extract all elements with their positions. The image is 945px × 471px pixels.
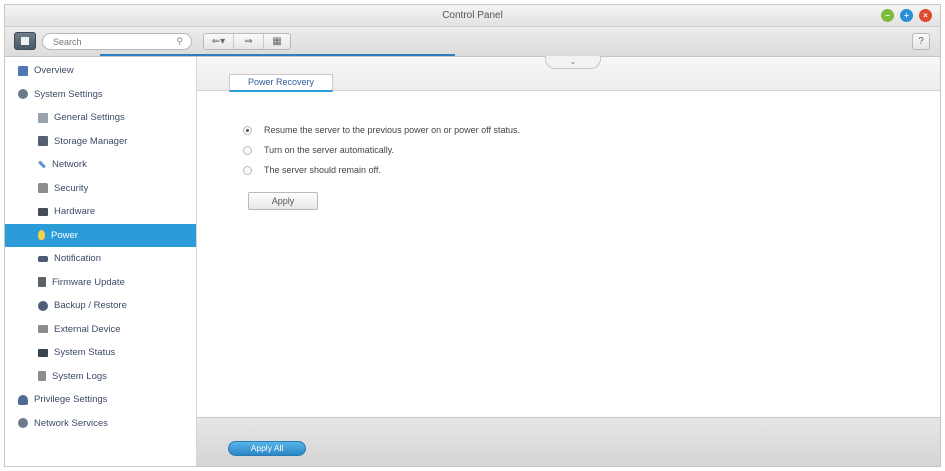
sidebar-item-label: Storage Manager [54,135,128,147]
network-icon [38,160,46,169]
bulb-icon [38,230,45,240]
sidebar-item-external-device[interactable]: External Device [5,318,196,341]
sidebar-item-label: Overview [34,65,74,76]
maximize-button[interactable]: + [900,9,913,22]
option-label: Turn on the server automatically. [264,145,395,155]
sidebar-item-label: Power [51,229,78,241]
power-recovery-options: Resume the server to the previous power … [243,120,520,180]
sidebar-item-overview[interactable]: Overview [5,59,196,82]
search-icon[interactable]: ⚲ [176,36,183,47]
back-button[interactable]: ⇐▾ [204,34,234,49]
navigation-buttons: ⇐▾ ⇒ ▦ [203,33,291,50]
external-device-icon [38,325,48,333]
apply-all-button[interactable]: Apply All [228,441,306,456]
power-option-1[interactable]: Resume the server to the previous power … [243,120,520,140]
option-label: The server should remain off. [264,165,381,175]
tab-power-recovery[interactable]: Power Recovery [229,74,333,92]
storage-icon [38,136,48,146]
sidebar: Overview System Settings General Settings S… [5,57,197,466]
sidebar-item-network-services[interactable]: Network Services [5,412,196,435]
main-content: ⌄ Power Recovery Resume the server to th… [197,56,940,417]
sidebar-item-label: System Settings [34,88,103,100]
sidebar-item-label: Privilege Settings [34,394,108,405]
settings-icon [38,112,48,123]
sidebar-item-security[interactable]: Security [5,177,196,200]
collapse-toggle[interactable]: ⌄ [545,56,601,69]
footer-accent-line [100,54,455,56]
sidebar-item-label: Hardware [54,206,96,217]
search-input[interactable] [53,34,173,49]
gear-icon [18,89,28,99]
grid-view-button[interactable]: ▦ [264,34,290,49]
firmware-icon [38,277,46,287]
sidebar-item-label: Firmware Update [52,276,125,288]
sidebar-item-general-settings[interactable]: General Settings [5,106,196,129]
monitor-icon [38,348,48,357]
sidebar-item-network[interactable]: Network [5,153,196,176]
sidebar-item-label: Security [54,182,89,194]
sidebar-item-label: Network Services [34,417,108,429]
footer-bar: Apply All [197,417,940,466]
sidebar-item-system-logs[interactable]: System Logs [5,365,196,388]
search-box[interactable]: ⚲ [42,33,192,50]
option-label: Resume the server to the previous power … [264,125,520,135]
sidebar-item-hardware[interactable]: Hardware [5,200,196,223]
power-option-3[interactable]: The server should remain off. [243,160,520,180]
sidebar-item-label: System Status [54,347,116,358]
title-bar: Control Panel – + × [5,5,940,27]
hardware-icon [38,207,48,216]
user-icon [18,394,28,405]
radio-button[interactable] [243,125,252,135]
sidebar-item-backup-restore[interactable]: Backup / Restore [5,294,196,317]
help-button[interactable]: ? [912,33,930,50]
sidebar-item-power[interactable]: Power [5,223,196,247]
backup-icon [38,300,48,311]
sidebar-item-notification[interactable]: Notification [5,247,196,270]
window-title: Control Panel [442,10,503,21]
sidebar-item-label: General Settings [54,112,125,123]
globe-icon [18,418,28,428]
window-controls: – + × [881,9,932,22]
toolbar: ⚲ ⇐▾ ⇒ ▦ ? [5,27,940,57]
overview-icon [18,65,28,76]
tab-bar: ⌄ Power Recovery [197,56,940,92]
lock-icon [38,183,48,193]
radio-button[interactable] [243,145,252,155]
sidebar-item-firmware-update[interactable]: Firmware Update [5,271,196,294]
close-button[interactable]: × [919,9,932,22]
sidebar-item-label: Network [52,159,87,170]
minimize-button[interactable]: – [881,9,894,22]
sidebar-item-system-settings[interactable]: System Settings [5,83,196,106]
home-icon [21,37,29,45]
sidebar-item-label: System Logs [52,370,107,382]
apply-button[interactable]: Apply [248,192,318,210]
forward-button[interactable]: ⇒ [234,34,264,49]
notification-icon [38,255,48,262]
control-panel-window: Control Panel – + × ⚲ ⇐▾ ⇒ ▦ ? Overview S… [4,4,941,467]
sidebar-item-label: Backup / Restore [54,300,127,311]
sidebar-item-label: Notification [54,253,101,264]
sidebar-item-privilege-settings[interactable]: Privilege Settings [5,388,196,411]
power-option-2[interactable]: Turn on the server automatically. [243,140,520,160]
sidebar-item-system-status[interactable]: System Status [5,341,196,364]
radio-button[interactable] [243,165,252,175]
sidebar-item-label: External Device [54,323,121,335]
home-button[interactable] [14,32,36,50]
sidebar-item-storage-manager[interactable]: Storage Manager [5,130,196,153]
logs-icon [38,371,46,381]
